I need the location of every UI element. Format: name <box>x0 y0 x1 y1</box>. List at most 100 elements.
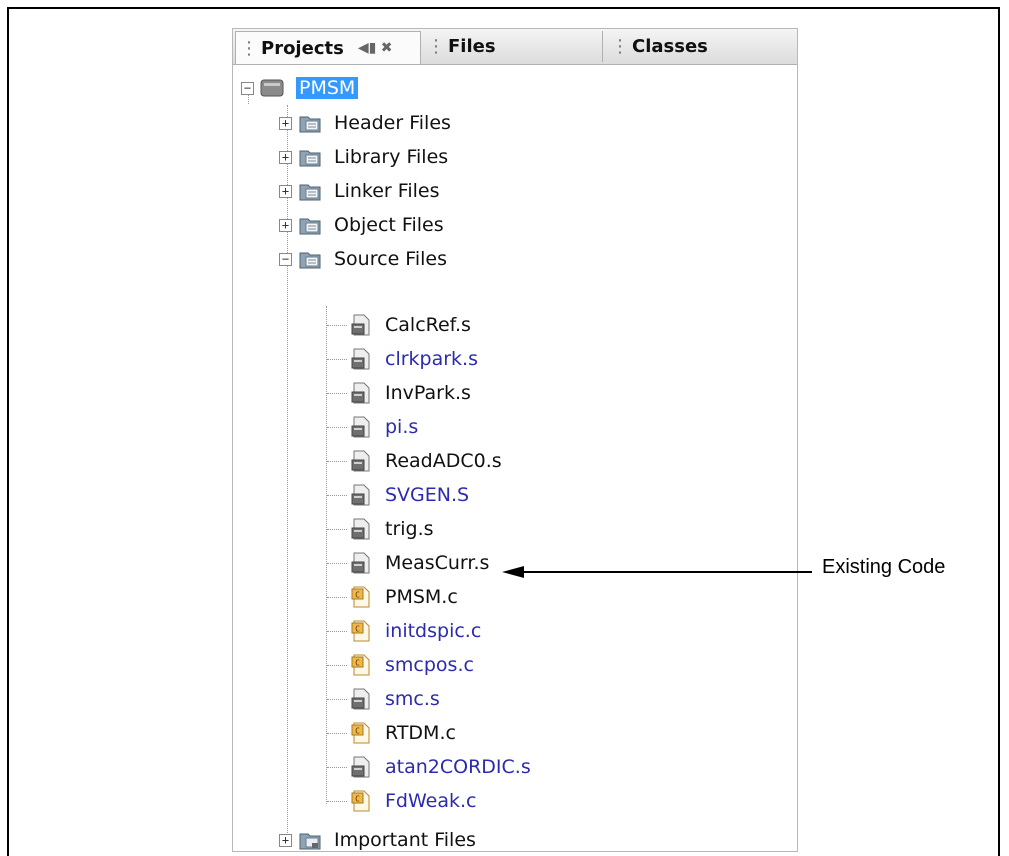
expand-toggle[interactable]: + <box>279 150 292 164</box>
restore-icon[interactable]: ◀▮ <box>358 40 376 56</box>
collapse-toggle[interactable]: − <box>241 81 254 95</box>
tree-file-item[interactable]: C PMSM.c <box>349 582 458 612</box>
expand-toggle[interactable]: + <box>279 184 292 198</box>
collapse-toggle[interactable]: − <box>279 252 292 266</box>
tree-guide <box>327 733 347 734</box>
tree-file-item[interactable]: Csmcpos.c <box>349 650 474 680</box>
folder-icon <box>298 146 322 168</box>
folder-icon <box>298 180 322 202</box>
tree-item-label: SVGEN.S <box>385 484 470 506</box>
svg-text:C: C <box>355 659 360 668</box>
tree-guide <box>327 393 347 394</box>
asm-file-icon <box>349 416 373 438</box>
tree-file-item[interactable]: pi.s <box>349 412 418 442</box>
tab-classes[interactable]: ⋮ Classes <box>607 31 795 62</box>
tree-guide <box>327 665 347 666</box>
tree-guide <box>327 359 347 360</box>
asm-file-icon <box>349 450 373 472</box>
folder-icon <box>298 214 322 236</box>
tree-item-label: MeasCurr.s <box>385 552 490 574</box>
asm-file-icon <box>349 348 373 370</box>
expand-toggle[interactable]: + <box>279 833 292 847</box>
tree-file-item[interactable]: C RTDM.c <box>349 718 456 748</box>
drag-grip-icon[interactable]: ⋮ <box>611 36 629 57</box>
tree-item-label: FdWeak.c <box>385 790 477 812</box>
tree-guide <box>327 495 347 496</box>
tree-file-item[interactable]: atan2CORDIC.s <box>349 752 531 782</box>
c-file-icon: C <box>349 586 373 608</box>
project-tree: − PMSM + Header Files + Library Files + Linke… <box>233 65 797 851</box>
tab-files-label: Files <box>448 36 496 57</box>
folder-icon <box>298 112 322 134</box>
tree-item-label: Object Files <box>334 214 444 236</box>
tree-file-item[interactable]: C FdWeak.c <box>349 786 476 816</box>
tree-guide <box>327 801 347 802</box>
tree-guide <box>327 461 347 462</box>
tree-item-label: trig.s <box>385 518 434 540</box>
tab-files[interactable]: ⋮ Files <box>423 31 603 62</box>
tree-folder-library-files[interactable]: + Library Files <box>279 142 448 172</box>
tree-item-label: Linker Files <box>334 180 440 202</box>
tree-item-label: ReadADC0.s <box>385 450 502 472</box>
tree-folder-important-files[interactable]: + Important Files <box>279 825 476 855</box>
tree-guide <box>327 597 347 598</box>
tree-folder-linker-files[interactable]: + Linker Files <box>279 176 439 206</box>
asm-file-icon <box>349 314 373 336</box>
tree-item-label: pi.s <box>385 416 419 438</box>
c-file-icon: C <box>349 620 373 642</box>
tree-item-label: InvPark.s <box>385 382 471 404</box>
tree-item-label: RTDM.c <box>385 722 456 744</box>
tree-item-label: Library Files <box>334 146 449 168</box>
close-icon[interactable]: ✖ <box>381 40 393 56</box>
tab-projects[interactable]: ⋮ Projects ◀▮ ✖ <box>235 31 421 64</box>
svg-text:C: C <box>355 591 360 600</box>
tree-item-label: smcpos.c <box>385 654 474 676</box>
tree-guide <box>327 767 347 768</box>
tab-classes-label: Classes <box>632 36 708 57</box>
drag-grip-icon[interactable]: ⋮ <box>427 36 445 57</box>
tree-guide <box>327 563 347 564</box>
project-icon <box>260 77 284 99</box>
tree-item-label: CalcRef.s <box>385 314 471 336</box>
tree-item-label: atan2CORDIC.s <box>385 756 531 778</box>
expand-toggle[interactable]: + <box>279 116 292 130</box>
tree-file-item[interactable]: MeasCurr.s <box>349 548 489 578</box>
important-folder-icon <box>298 829 322 851</box>
tree-file-item[interactable]: ReadADC0.s <box>349 446 502 476</box>
svg-text:C: C <box>355 795 360 804</box>
tree-file-item[interactable]: Cinitdspic.c <box>349 616 481 646</box>
tree-file-item[interactable]: SVGEN.S <box>349 480 469 510</box>
tree-guide <box>327 529 347 530</box>
folder-icon <box>298 248 322 270</box>
tree-file-item[interactable]: smc.s <box>349 684 440 714</box>
asm-file-icon <box>349 484 373 506</box>
annotation-arrow <box>502 566 812 578</box>
tree-folder-source-files[interactable]: − Source Files <box>279 244 447 274</box>
drag-grip-icon[interactable]: ⋮ <box>240 38 258 59</box>
tree-root-pmsm[interactable]: − PMSM <box>241 73 359 103</box>
asm-file-icon <box>349 552 373 574</box>
asm-file-icon <box>349 382 373 404</box>
asm-file-icon <box>349 688 373 710</box>
tree-item-label: PMSM.c <box>385 586 458 608</box>
tree-file-item[interactable]: clrkpark.s <box>349 344 478 374</box>
tree-file-item[interactable]: InvPark.s <box>349 378 471 408</box>
tree-file-item[interactable]: CalcRef.s <box>349 310 471 340</box>
expand-toggle[interactable]: + <box>279 218 292 232</box>
tree-item-label: smc.s <box>385 688 440 710</box>
tree-guide <box>327 631 347 632</box>
tree-item-label: Source Files <box>334 248 447 270</box>
tree-item-label: initdspic.c <box>385 620 482 642</box>
tree-guide <box>327 325 347 326</box>
tab-projects-label: Projects <box>261 37 344 59</box>
tree-guide <box>327 427 347 428</box>
tree-folder-object-files[interactable]: + Object Files <box>279 210 444 240</box>
c-file-icon: C <box>349 654 373 676</box>
c-file-icon: C <box>349 790 373 812</box>
tree-folder-header-files[interactable]: + Header Files <box>279 108 451 138</box>
existing-code-label: Existing Code <box>822 556 946 578</box>
tree-guide <box>326 306 327 804</box>
projects-panel: ⋮ Projects ◀▮ ✖ ⋮ Files ⋮ Classes − PMSM <box>232 28 798 852</box>
tree-file-item[interactable]: trig.s <box>349 514 434 544</box>
svg-text:C: C <box>355 727 360 736</box>
